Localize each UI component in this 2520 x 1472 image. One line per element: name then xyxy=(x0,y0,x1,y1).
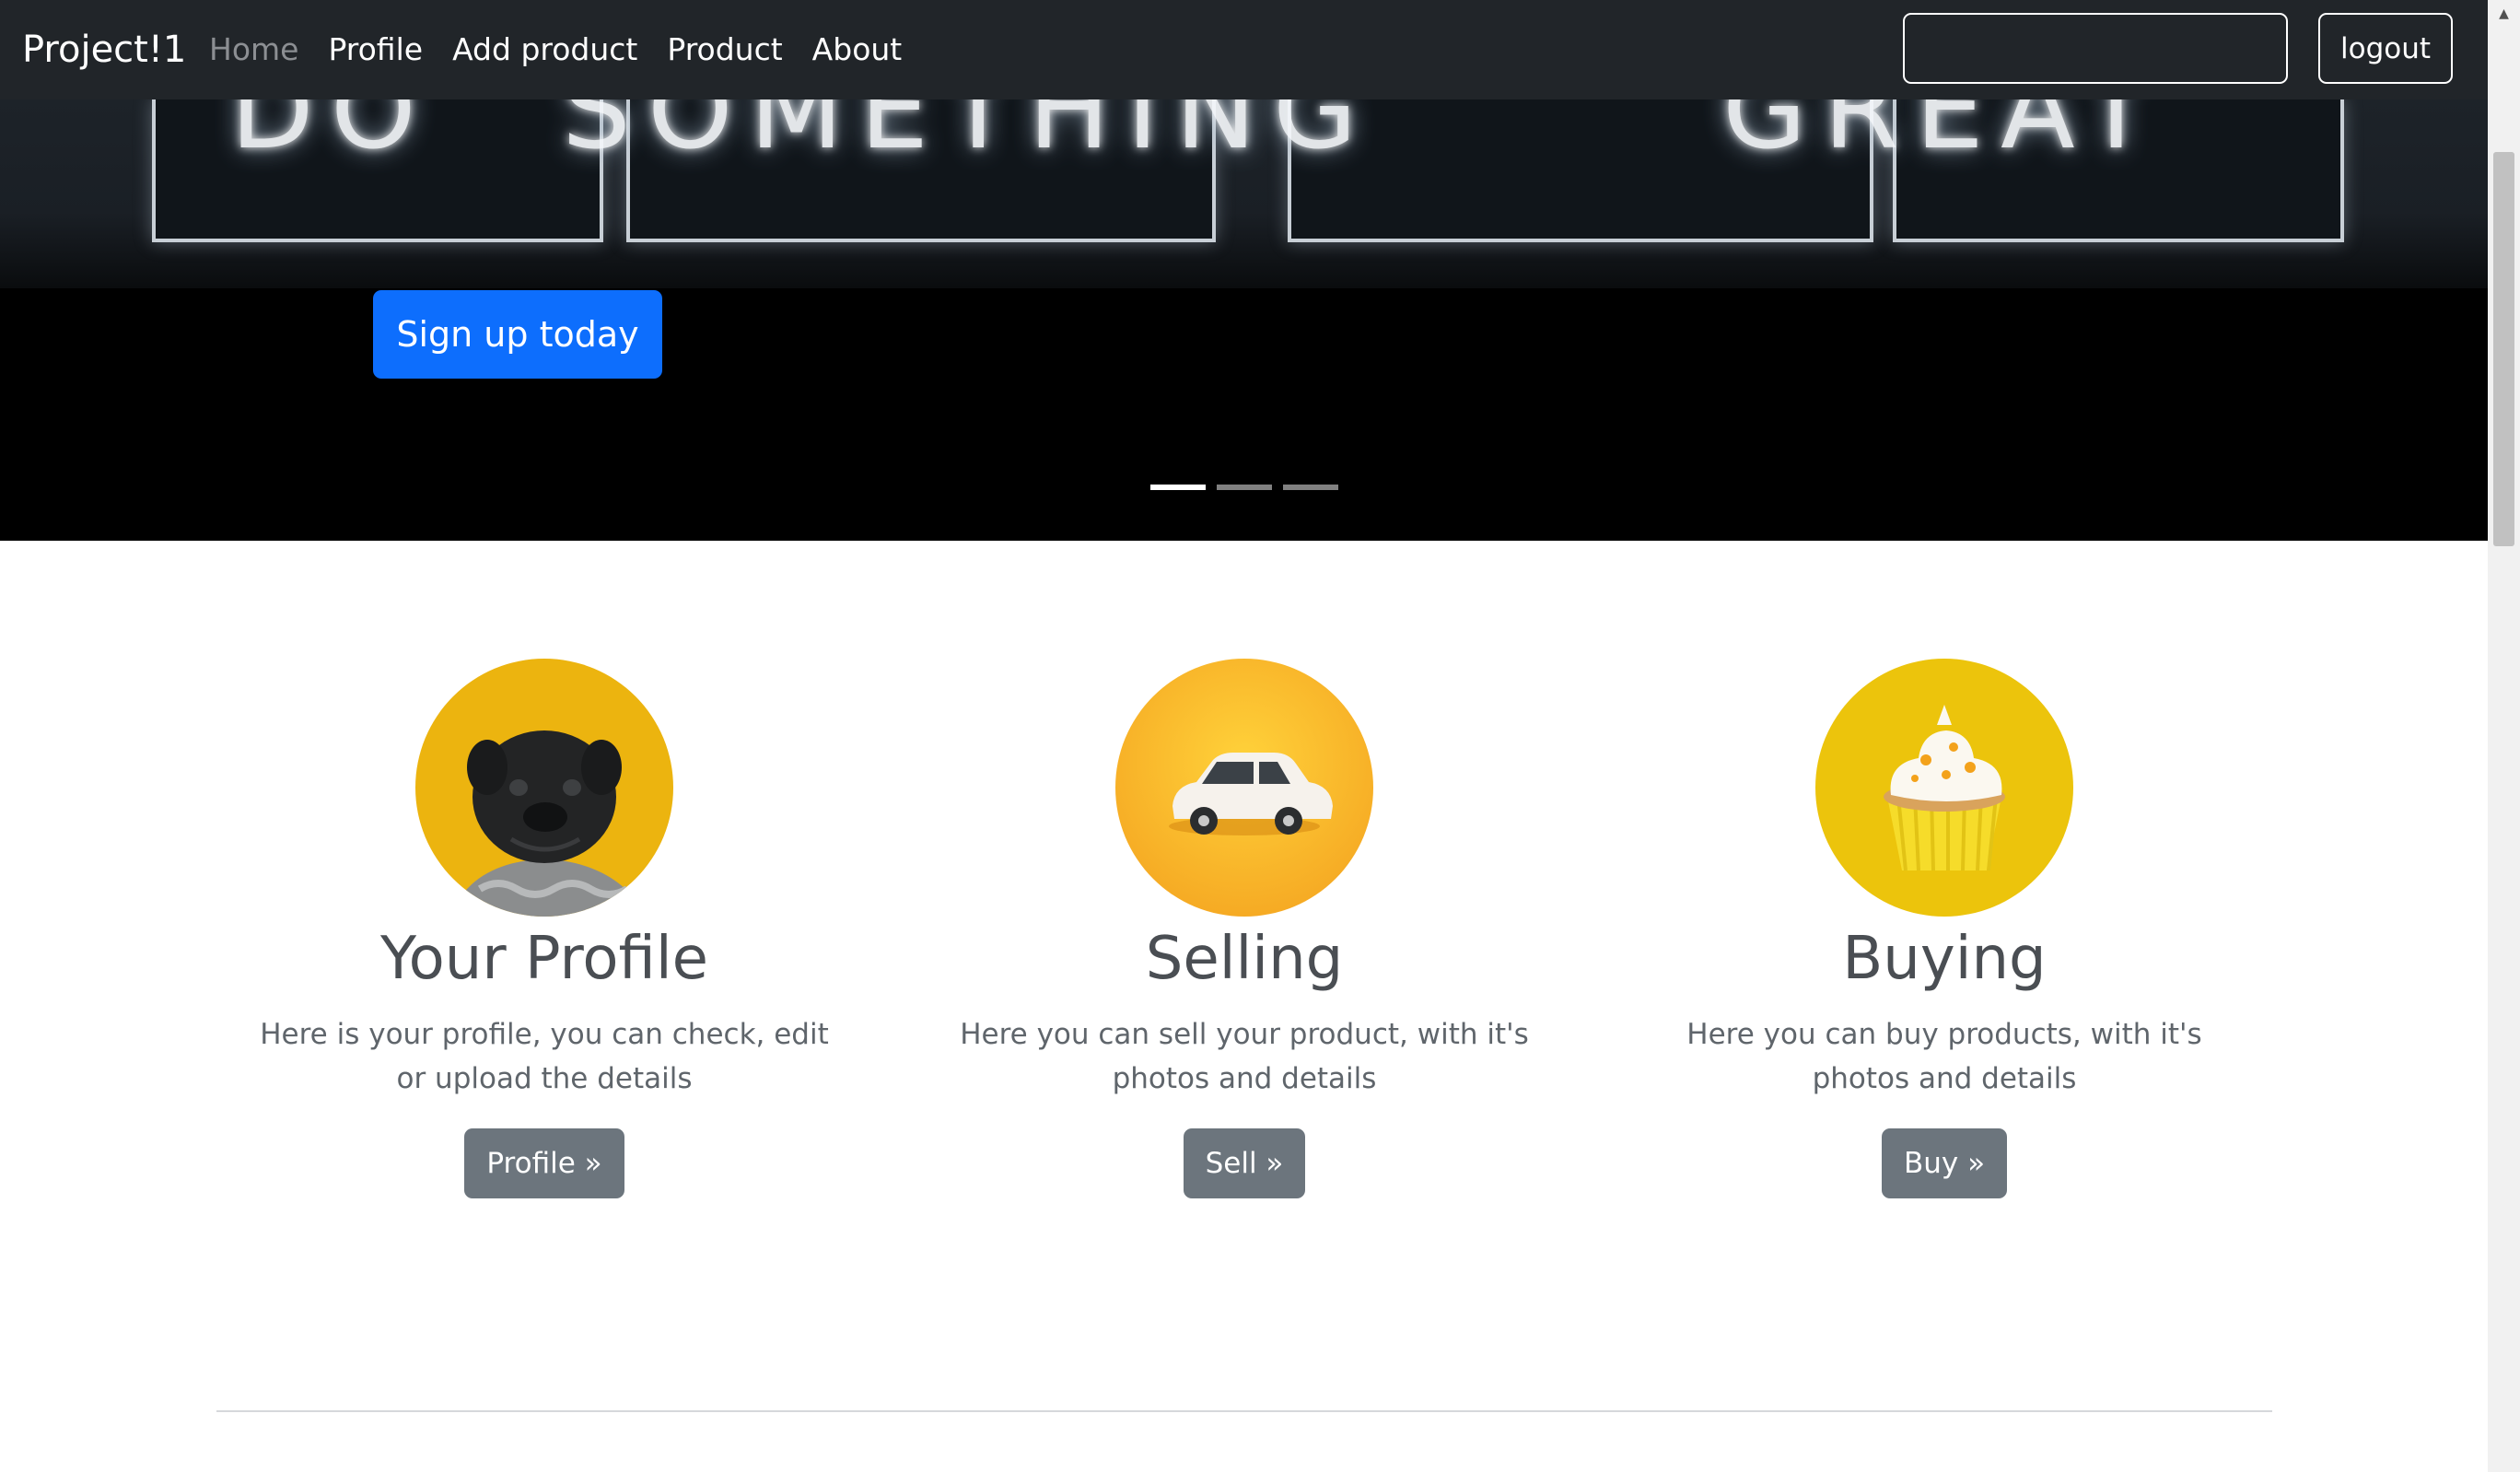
feature-column-selling: Selling Here you can sell your product, … xyxy=(950,659,1539,1198)
hero-carousel: DO SOMETHING GREAT Sign up today xyxy=(0,99,2488,541)
nav-link-add-product[interactable]: Add product xyxy=(452,29,637,70)
carousel-indicators xyxy=(1150,485,1338,490)
carousel-indicator-2[interactable] xyxy=(1217,485,1272,490)
scrollbar-thumb[interactable] xyxy=(2493,152,2514,546)
profile-heading: Your Profile xyxy=(380,925,708,993)
nav-links: Home Profile Add product Product About xyxy=(209,29,902,70)
logout-button[interactable]: logout xyxy=(2318,13,2453,84)
selling-description: Here you can sell your product, with it'… xyxy=(960,1018,1529,1095)
buying-description: Here you can buy products, with it's pho… xyxy=(1686,1018,2202,1095)
search-input[interactable] xyxy=(1903,13,2288,84)
page-scrollbar[interactable]: ▲ xyxy=(2488,0,2520,1472)
signup-button[interactable]: Sign up today xyxy=(373,290,662,379)
nav-link-about[interactable]: About xyxy=(812,29,903,70)
carousel-indicator-1[interactable] xyxy=(1150,485,1206,490)
hero-neon-sign-photo: DO SOMETHING GREAT xyxy=(0,99,2488,288)
carousel-indicator-3[interactable] xyxy=(1283,485,1338,490)
pug-dog-image xyxy=(415,659,673,917)
hero-neon-lettering: GREAT xyxy=(1722,99,2166,173)
buying-heading: Buying xyxy=(1842,925,2047,993)
page: Project!1 Home Profile Add product Produ… xyxy=(0,0,2488,1472)
nav-link-profile[interactable]: Profile xyxy=(328,29,423,70)
navbar: Project!1 Home Profile Add product Produ… xyxy=(0,0,2488,99)
section-divider xyxy=(216,1410,2272,1412)
brand-link[interactable]: Project!1 xyxy=(22,26,186,74)
feature-column-buying: Buying Here you can buy products, with i… xyxy=(1650,659,2239,1198)
nav-link-product[interactable]: Product xyxy=(667,29,782,70)
hero-neon-lettering: SOMETHING xyxy=(562,99,1374,173)
profile-button[interactable]: Profile » xyxy=(464,1128,624,1198)
hero-neon-lettering: DO xyxy=(230,99,433,173)
profile-description: Here is your profile, you can check, edi… xyxy=(260,1018,829,1095)
selling-heading: Selling xyxy=(1145,925,1344,993)
toy-car-image xyxy=(1115,659,1373,917)
sell-button[interactable]: Sell » xyxy=(1183,1128,1306,1198)
feature-column-profile: Your Profile Here is your profile, you c… xyxy=(250,659,839,1198)
nav-link-home[interactable]: Home xyxy=(209,29,298,70)
cupcake-image xyxy=(1815,659,2073,917)
buy-button[interactable]: Buy » xyxy=(1881,1128,2008,1198)
scroll-up-arrow-icon[interactable]: ▲ xyxy=(2488,0,2520,28)
